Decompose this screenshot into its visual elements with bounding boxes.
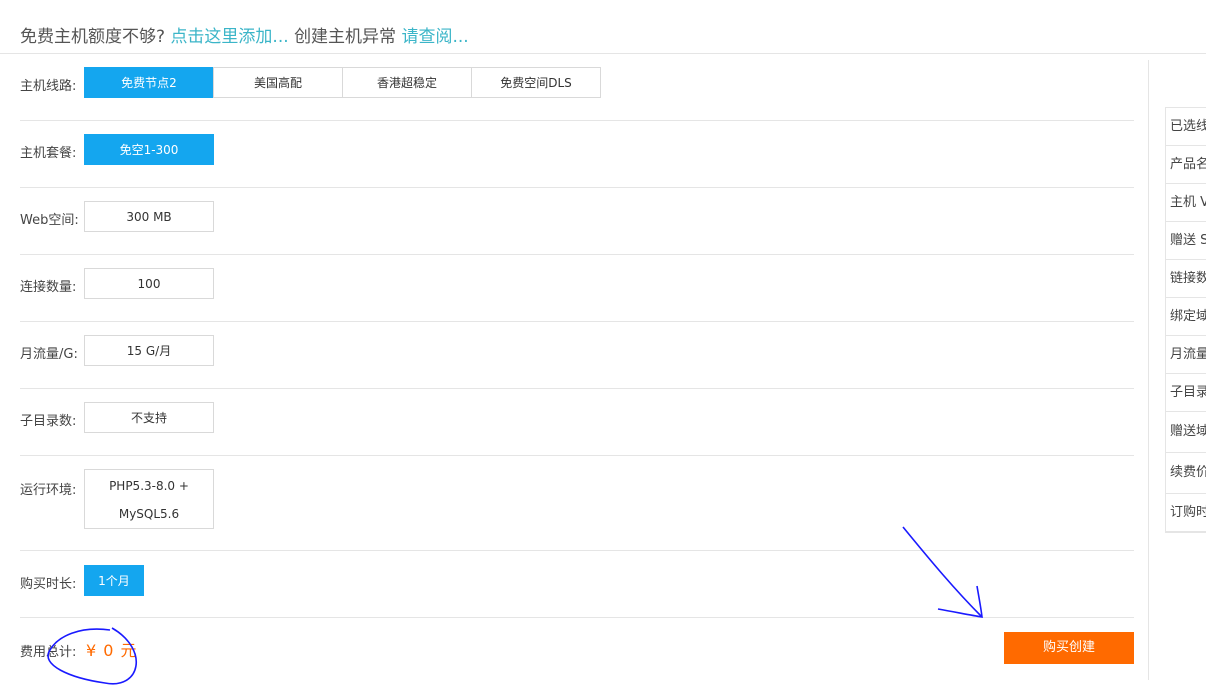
divider — [20, 187, 1134, 188]
subdirs-label: 子目录数: — [20, 414, 77, 429]
runtime-row: 运行环境: PHP5.3-8.0 + MySQL5.6 — [20, 469, 1134, 529]
runtime-php: PHP5.3-8.0 + — [109, 479, 189, 493]
package-row: 主机套餐: 免空1-300 — [20, 134, 1134, 166]
duration-option-1-month[interactable]: 1个月 — [84, 565, 144, 596]
summary-row: 续费价 — [1166, 453, 1206, 494]
host-line-row: 主机线路: 免费节点2 美国高配 香港超稳定 免费空间DLS — [20, 67, 1134, 99]
top-notice-bar: 免费主机额度不够? 点击这里添加... 创建主机异常 请查阅... — [0, 0, 1206, 54]
runtime-mysql: MySQL5.6 — [118, 507, 180, 521]
summary-row: 产品名 — [1166, 146, 1206, 184]
summary-row: 主机 V — [1166, 184, 1206, 222]
total-label: 费用总计: — [20, 645, 77, 660]
summary-row: 已选线 — [1166, 108, 1206, 146]
web-space-label: Web空间: — [20, 213, 79, 228]
divider — [20, 455, 1134, 456]
add-quota-link[interactable]: 点击这里添加... — [170, 27, 288, 47]
summary-table: 已选线 产品名 主机 V 赠送 S 链接数 绑定域 月流量 子目录 赠送域 续费… — [1165, 107, 1206, 533]
summary-row: 赠送 S — [1166, 222, 1206, 260]
line-option-us-high[interactable]: 美国高配 — [213, 67, 343, 98]
traffic-label: 月流量/G: — [20, 347, 78, 362]
subdirs-row: 子目录数: 不支持 — [20, 402, 1134, 434]
host-line-label: 主机线路: — [20, 79, 77, 94]
summary-row: 链接数 — [1166, 260, 1206, 298]
summary-row: 订购时 — [1166, 494, 1206, 532]
line-option-free-node-2[interactable]: 免费节点2 — [84, 67, 214, 98]
summary-row: 赠送域 — [1166, 412, 1206, 453]
connections-label: 连接数量: — [20, 280, 77, 295]
buy-create-button[interactable]: 购买创建 — [1004, 632, 1134, 664]
divider — [20, 321, 1134, 322]
connections-row: 连接数量: 100 — [20, 268, 1134, 300]
line-option-free-dls[interactable]: 免费空间DLS — [471, 67, 601, 98]
package-label: 主机套餐: — [20, 146, 77, 161]
line-option-hk-stable[interactable]: 香港超稳定 — [342, 67, 472, 98]
subdirs-value: 不支持 — [84, 402, 214, 433]
web-space-row: Web空间: 300 MB — [20, 201, 1134, 233]
divider — [20, 550, 1134, 551]
notice-text-quota: 免费主机额度不够? — [20, 27, 166, 47]
traffic-row: 月流量/G: 15 G/月 — [20, 335, 1134, 367]
runtime-value: PHP5.3-8.0 + MySQL5.6 — [84, 469, 214, 529]
divider — [20, 254, 1134, 255]
summary-row: 月流量 — [1166, 336, 1206, 374]
divider — [20, 120, 1134, 121]
summary-row: 子目录 — [1166, 374, 1206, 412]
connections-value: 100 — [84, 268, 214, 299]
divider — [20, 388, 1134, 389]
web-space-value: 300 MB — [84, 201, 214, 232]
duration-row: 购买时长: 1个月 — [20, 565, 1134, 596]
total-price: ¥ 0 元 — [86, 641, 138, 660]
package-option[interactable]: 免空1-300 — [84, 134, 214, 165]
divider — [20, 617, 1134, 618]
traffic-value: 15 G/月 — [84, 335, 214, 366]
view-help-link[interactable]: 请查阅... — [401, 27, 468, 47]
notice-text-error: 创建主机异常 — [294, 27, 397, 47]
notice-line: 免费主机额度不够? 点击这里添加... 创建主机异常 请查阅... — [20, 22, 469, 47]
summary-row: 绑定域 — [1166, 298, 1206, 336]
runtime-label: 运行环境: — [20, 483, 77, 498]
duration-label: 购买时长: — [20, 577, 77, 592]
